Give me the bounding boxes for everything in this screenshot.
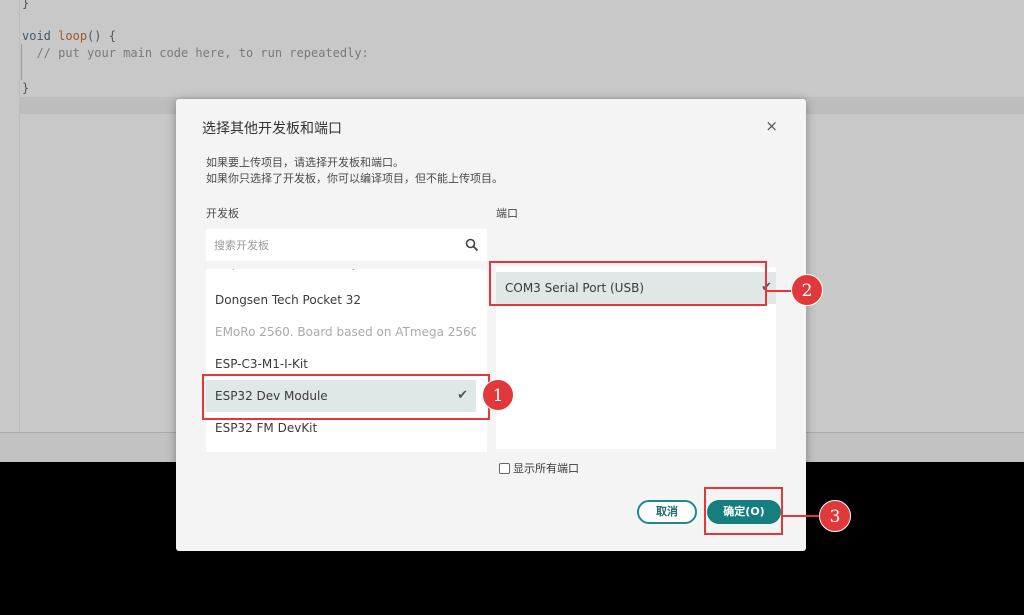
annotation-connector [767,290,791,292]
board-list-item[interactable]: Dongsen Tech Pocket 32 [206,284,476,316]
dialog-title: 选择其他开发板和端口 [202,121,342,137]
annotation-marker: 2 [791,274,823,306]
select-board-port-dialog: 选择其他开发板和端口 × 如果要上传项目，请选择开发板和端口。 如果你只选择了开… [176,99,806,551]
description-line: 如果要上传项目，请选择开发板和端口。 [206,156,404,169]
code-line: } [22,0,30,10]
board-list-item: EMoRo 2560. Board based on ATmega 2560 .… [215,325,476,339]
board-list[interactable]: Department of Alchemy MinimMain ESP32-S2… [206,269,487,452]
show-all-ports-label: 显示所有端口 [513,462,579,475]
annotation-marker: 3 [819,500,851,532]
annotation-box-ok [704,487,783,535]
checkbox-box[interactable] [499,462,510,474]
show-all-ports-checkbox[interactable]: 显示所有端口 [499,460,579,476]
board-search-input[interactable] [206,229,456,261]
code-line: } [22,81,30,95]
ports-label: 端口 [496,207,518,220]
editor-gutter [0,0,20,432]
search-icon[interactable] [465,238,479,252]
code-line-comment: // put your main code here, to run repea… [22,46,369,60]
annotation-box-board [202,374,490,420]
boards-label: 开发板 [206,207,239,220]
annotation-connector [783,515,819,517]
annotation-box-port [489,261,767,306]
board-search[interactable] [206,229,487,261]
code-line: void loop() { [22,29,116,43]
annotation-marker: 1 [482,379,514,411]
dialog-description: 如果要上传项目，请选择开发板和端口。 如果你只选择了开发板，你可以编译项目，但不… [206,155,503,187]
description-line: 如果你只选择了开发板，你可以编译项目，但不能上传项目。 [206,172,503,185]
cancel-button[interactable]: 取消 [637,500,697,524]
close-icon[interactable]: × [765,117,778,135]
board-list-item[interactable]: Department of Alchemy MinimMain ESP32-S2 [206,269,476,279]
